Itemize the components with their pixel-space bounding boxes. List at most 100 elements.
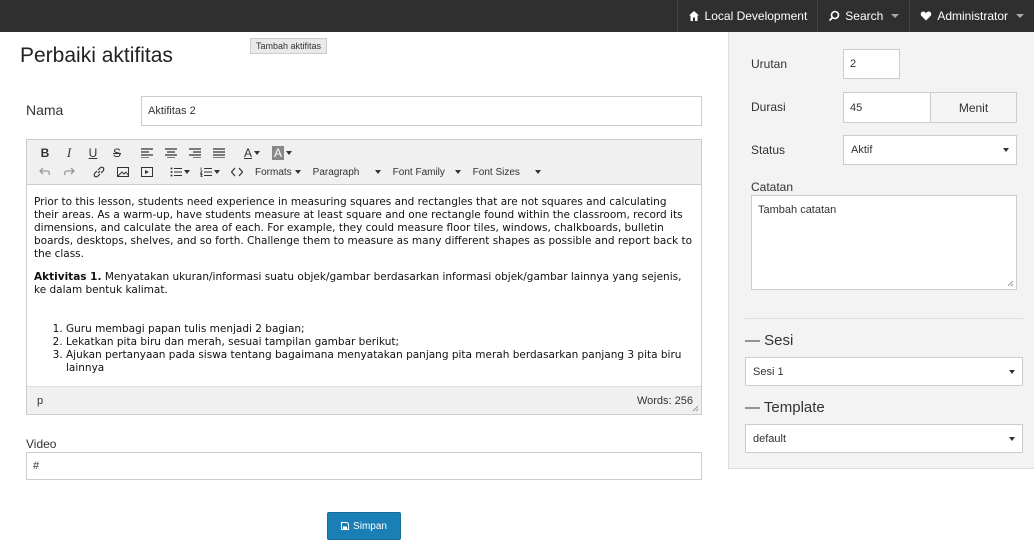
home-icon [688, 11, 699, 21]
page-title: Perbaiki aktifitas [20, 44, 173, 67]
strikethrough-icon: S [112, 146, 121, 160]
image-button[interactable] [111, 162, 135, 182]
underline-icon: U [88, 146, 98, 160]
align-justify-icon [213, 148, 225, 158]
status-label: Status [751, 143, 786, 157]
durasi-unit-label: Menit [958, 100, 989, 115]
chevron-down-icon [374, 170, 381, 174]
undo-icon [39, 167, 51, 176]
underline-button[interactable]: U [81, 143, 105, 163]
italic-button[interactable]: I [57, 143, 81, 163]
urutan-input[interactable]: 2 [843, 49, 900, 79]
durasi-unit-addon: Menit [930, 92, 1017, 123]
text-color-icon: A [243, 146, 252, 160]
redo-button[interactable] [57, 162, 81, 182]
media-icon [141, 167, 153, 177]
image-icon [117, 167, 129, 177]
paragraph-dropdown[interactable]: Paragraph [307, 167, 387, 178]
align-right-button[interactable] [183, 143, 207, 163]
link-icon [93, 166, 105, 178]
chevron-down-icon [1009, 436, 1015, 441]
font-sizes-dropdown[interactable]: Font Sizes [467, 167, 547, 178]
font-family-dropdown[interactable]: Font Family [387, 167, 467, 178]
bold-icon: B [40, 146, 50, 160]
numbered-list-icon [200, 167, 212, 177]
nav-administrator[interactable]: Administrator [909, 0, 1034, 32]
editor-content[interactable]: Prior to this lesson, students need expe… [27, 186, 701, 386]
background-color-button[interactable]: A [267, 143, 297, 163]
nav-administrator-label: Administrator [937, 9, 1008, 23]
sesi-section-title[interactable]: — Sesi [745, 332, 793, 349]
video-input-value: # [33, 460, 40, 472]
divider [745, 318, 1023, 319]
heart-icon [921, 11, 932, 21]
toolbar-row-2: Formats Paragraph Font Family Font Sizes [33, 162, 547, 182]
align-center-button[interactable] [159, 143, 183, 163]
video-label: Video [26, 437, 57, 451]
nav-search-label: Search [845, 9, 884, 23]
chevron-down-icon [214, 170, 220, 174]
formats-dropdown[interactable]: Formats [249, 167, 307, 178]
tooltip: Tambah aktifitas [250, 38, 328, 54]
redo-icon [63, 167, 75, 176]
background-color-icon: A [271, 146, 284, 160]
catatan-placeholder: Tambah catatan [758, 204, 837, 216]
content-paragraph: Prior to this lesson, students need expe… [34, 196, 693, 260]
content-paragraph-text: Menyatakan ukuran/informasi suatu objek/… [34, 271, 682, 296]
template-select-value: default [753, 432, 787, 445]
align-justify-button[interactable] [207, 143, 231, 163]
sesi-select[interactable]: Sesi 1 [745, 357, 1023, 386]
numbered-list-button[interactable] [195, 162, 225, 182]
durasi-label: Durasi [751, 100, 786, 114]
status-select[interactable]: Aktif [843, 135, 1017, 165]
chevron-down-icon [1016, 14, 1024, 18]
chevron-down-icon [184, 170, 190, 174]
durasi-input[interactable]: 45 [843, 92, 931, 123]
template-select[interactable]: default [745, 424, 1023, 453]
formats-label: Formats [255, 166, 292, 178]
toolbar-row-1: B I U S A A [33, 143, 297, 163]
chevron-down-icon [534, 170, 541, 174]
catatan-label: Catatan [751, 180, 794, 194]
align-left-button[interactable] [135, 143, 159, 163]
template-section-title[interactable]: — Template [745, 399, 825, 416]
list-item: Ajukan pertanyaan pada siswa tentang bag… [66, 349, 694, 375]
undo-button[interactable] [33, 162, 57, 182]
chevron-down-icon [1009, 369, 1015, 374]
content-paragraph: Aktivitas 1. Menyatakan ukuran/informasi… [34, 271, 694, 297]
status-select-value: Aktif [851, 144, 873, 156]
align-left-icon [141, 148, 153, 158]
chevron-down-icon [254, 151, 260, 155]
urutan-input-value: 2 [850, 58, 857, 70]
nav-local-development[interactable]: Local Development [676, 0, 818, 32]
nav-search[interactable]: Search [817, 0, 909, 32]
nama-label: Nama [26, 102, 64, 118]
save-button[interactable]: Simpan [327, 512, 401, 540]
element-path[interactable]: p [37, 395, 43, 407]
save-icon [341, 522, 350, 530]
text-color-button[interactable]: A [237, 143, 267, 163]
paragraph-label: Paragraph [312, 166, 360, 178]
bold-button[interactable]: B [33, 143, 57, 163]
nama-input[interactable]: Aktifitas 2 [141, 96, 702, 126]
list-item: Guru membagi papan tulis menjadi 2 bagia… [66, 323, 694, 336]
catatan-textarea[interactable]: Tambah catatan [751, 195, 1017, 290]
resize-handle-icon[interactable] [1007, 280, 1014, 287]
source-code-button[interactable] [225, 162, 249, 182]
top-nav: Local Development Search Administrator [676, 0, 1034, 32]
link-button[interactable] [87, 162, 111, 182]
editor-toolbar: B I U S A A Formats Paragraph Font Famil… [27, 140, 701, 185]
nav-local-development-label: Local Development [704, 9, 808, 23]
video-input[interactable]: # [26, 452, 702, 480]
strikethrough-button[interactable]: S [105, 143, 129, 163]
chevron-down-icon [286, 151, 292, 155]
word-count: Words: 256 [636, 395, 693, 407]
urutan-label: Urutan [751, 57, 788, 71]
list-item: Lekatkan pita biru dan merah, sesuai tam… [66, 336, 694, 349]
bullet-list-button[interactable] [165, 162, 195, 182]
align-center-icon [165, 148, 177, 158]
nama-input-value: Aktifitas 2 [148, 105, 196, 117]
resize-handle-icon[interactable] [692, 405, 699, 412]
media-button[interactable] [135, 162, 159, 182]
chevron-down-icon [454, 170, 461, 174]
